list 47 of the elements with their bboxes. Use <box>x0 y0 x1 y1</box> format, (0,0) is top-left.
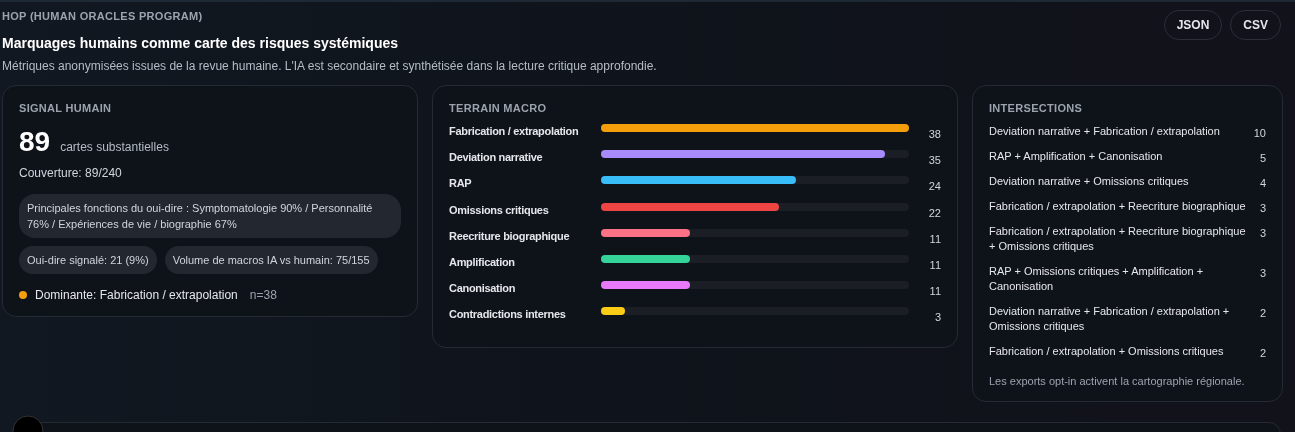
metric-chip: Volume de macros IA vs humain: 75/155 <box>164 246 378 274</box>
card-title: TERRAIN MACRO <box>449 102 548 114</box>
bar-value: 35 <box>927 153 941 167</box>
bar-label: Omissions critiques <box>449 202 550 216</box>
intersection-label: RAP + Amplification + Canonisation <box>989 149 1163 164</box>
intersection-count: 4 <box>1259 176 1266 189</box>
bar-label: Reecriture biographique <box>449 228 571 242</box>
intersection-count: 5 <box>1259 151 1266 164</box>
intersection-count: 3 <box>1259 266 1266 281</box>
bar-value: 22 <box>927 205 941 219</box>
coverage-text: Couverture: 89/240 <box>19 166 123 180</box>
dominant-label: Dominante: Fabrication / extrapolation <box>35 288 238 302</box>
bar-label: Canonisation <box>449 281 517 295</box>
intersection-count: 3 <box>1259 201 1266 214</box>
card-title: SIGNAL HUMAIN <box>19 102 113 114</box>
page-subtitle: Métriques anonymisées issues de la revue humaine. L'IA est secondaire et synthétisée dans la lecture critique approfondie. <box>2 59 657 73</box>
intersection-count: 2 <box>1259 346 1266 359</box>
intersection-label: Fabrication / extrapolation + Reecriture biographique <box>989 199 1246 214</box>
bar-value: 38 <box>927 127 941 140</box>
bar-label: Contradictions internes <box>449 307 567 321</box>
intersection-count: 3 <box>1259 226 1266 241</box>
intersection-label: Deviation narrative + Omissions critiques <box>989 174 1189 189</box>
intersection-label: Fabrication / extrapolation + Reecriture biographique + Omissions critiques <box>989 224 1247 254</box>
dominant-count: n=38 <box>249 288 277 302</box>
metric-chip: Principales fonctions du oui-dire : Symptomatologie 90% / Personnalité 76% / Expériences de vie / biographie 67% <box>19 194 401 238</box>
metric-chip: Oui-dire signalé: 21 (9%) <box>19 246 157 274</box>
footnote: Les exports opt-in activent la cartographie régionale. <box>989 375 1246 387</box>
bar-value: 11 <box>928 257 941 271</box>
page-title: Marquages humains comme carte des risques systémiques <box>2 35 400 51</box>
bar-value: 11 <box>928 284 941 298</box>
bar-value: 11 <box>928 231 941 245</box>
intersection-label: Deviation narrative + Fabrication / extrapolation <box>989 124 1220 139</box>
intersection-count: 10 <box>1253 126 1266 139</box>
bar-label: RAP <box>449 176 473 190</box>
bar-label: Amplification <box>449 254 516 268</box>
intersection-label: Fabrication / extrapolation + Omissions critiques <box>989 344 1224 359</box>
count-value: 89 <box>19 126 51 158</box>
bar-value: 3 <box>933 310 941 324</box>
intersection-label: RAP + Omissions critiques + Amplification + Canonisation <box>989 264 1205 294</box>
intersection-label: Deviation narrative + Fabrication / extrapolation + Omissions critiques <box>989 304 1231 334</box>
card-title: INTERSECTIONS <box>989 102 1084 114</box>
count-label: cartes substantielles <box>60 140 169 154</box>
section-eyebrow: HOP (HUMAN ORACLES PROGRAM) <box>2 10 204 22</box>
bar-label: Deviation narrative <box>449 150 544 164</box>
bar-value: 24 <box>927 179 941 193</box>
intersection-count: 2 <box>1259 306 1266 321</box>
bar-label: Fabrication / extrapolation <box>449 124 580 137</box>
